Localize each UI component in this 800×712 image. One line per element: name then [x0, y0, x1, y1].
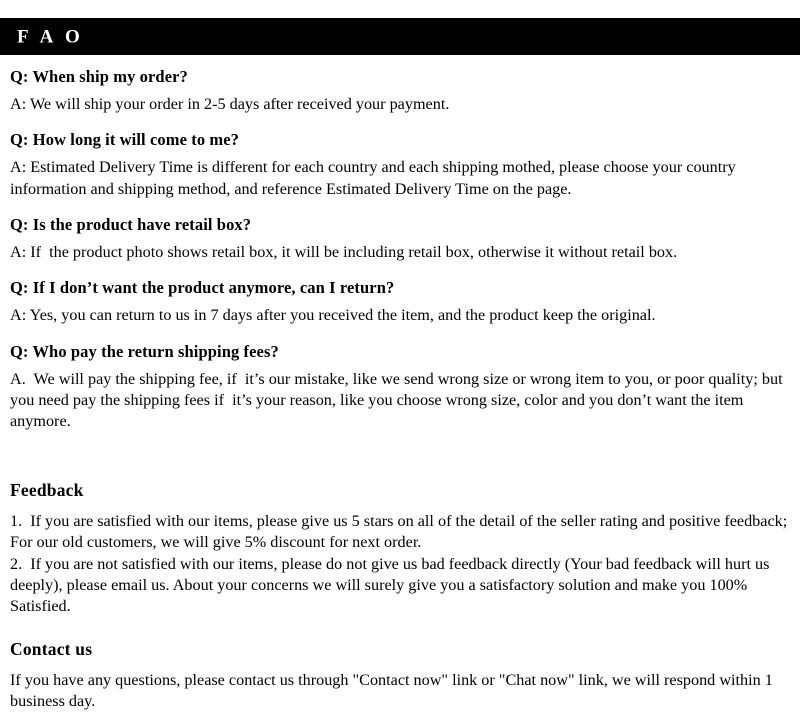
faq-answer: A: If the product photo shows retail box…	[10, 242, 678, 261]
faq-question: Q: How long it will come to me?	[10, 130, 240, 150]
feedback-section: Feedback 1. If you are satisfied with ou…	[10, 480, 792, 617]
contact-paragraph: If you have any questions, please contac…	[10, 670, 777, 710]
feedback-paragraph: 1. If you are satisfied with our items, …	[10, 512, 792, 552]
faq-answer: A: Yes, you can return to us in 7 days a…	[10, 306, 656, 325]
faq-item: Q: If I don’t want the product anymore, …	[10, 277, 792, 326]
faq-item: Q: Is the product have retail box? A: If…	[10, 214, 792, 263]
faq-answer: A: We will ship your order in 2-5 days a…	[10, 95, 450, 114]
page-content: Q: When ship my order? A: We will ship y…	[10, 66, 792, 712]
faq-page: F A O Q: When ship my order? A: We will …	[0, 0, 800, 710]
faq-question: Q: Is the product have retail box?	[10, 214, 252, 234]
faq-question: Q: If I don’t want the product anymore, …	[10, 278, 395, 298]
faq-item: Q: How long it will come to me? A: Estim…	[10, 129, 792, 200]
feedback-paragraph: 2. If you are not satisfied with our ite…	[10, 554, 774, 616]
faq-answer: A: Estimated Delivery Time is different …	[10, 158, 740, 198]
faq-item: Q: Who pay the return shipping fees? A. …	[10, 341, 792, 433]
faq-question: Q: When ship my order?	[10, 67, 188, 86]
page-title-bar: F A O	[0, 18, 800, 55]
contact-section: Contact us If you have any questions, pl…	[10, 639, 792, 712]
contact-heading: Contact us	[10, 638, 93, 659]
faq-item: Q: When ship my order? A: We will ship y…	[10, 66, 792, 115]
feedback-heading: Feedback	[10, 480, 84, 501]
page-title: F A O	[17, 26, 84, 47]
faq-answer: A. We will pay the shipping fee, if it’s…	[10, 369, 787, 431]
faq-question: Q: Who pay the return shipping fees?	[10, 341, 279, 361]
